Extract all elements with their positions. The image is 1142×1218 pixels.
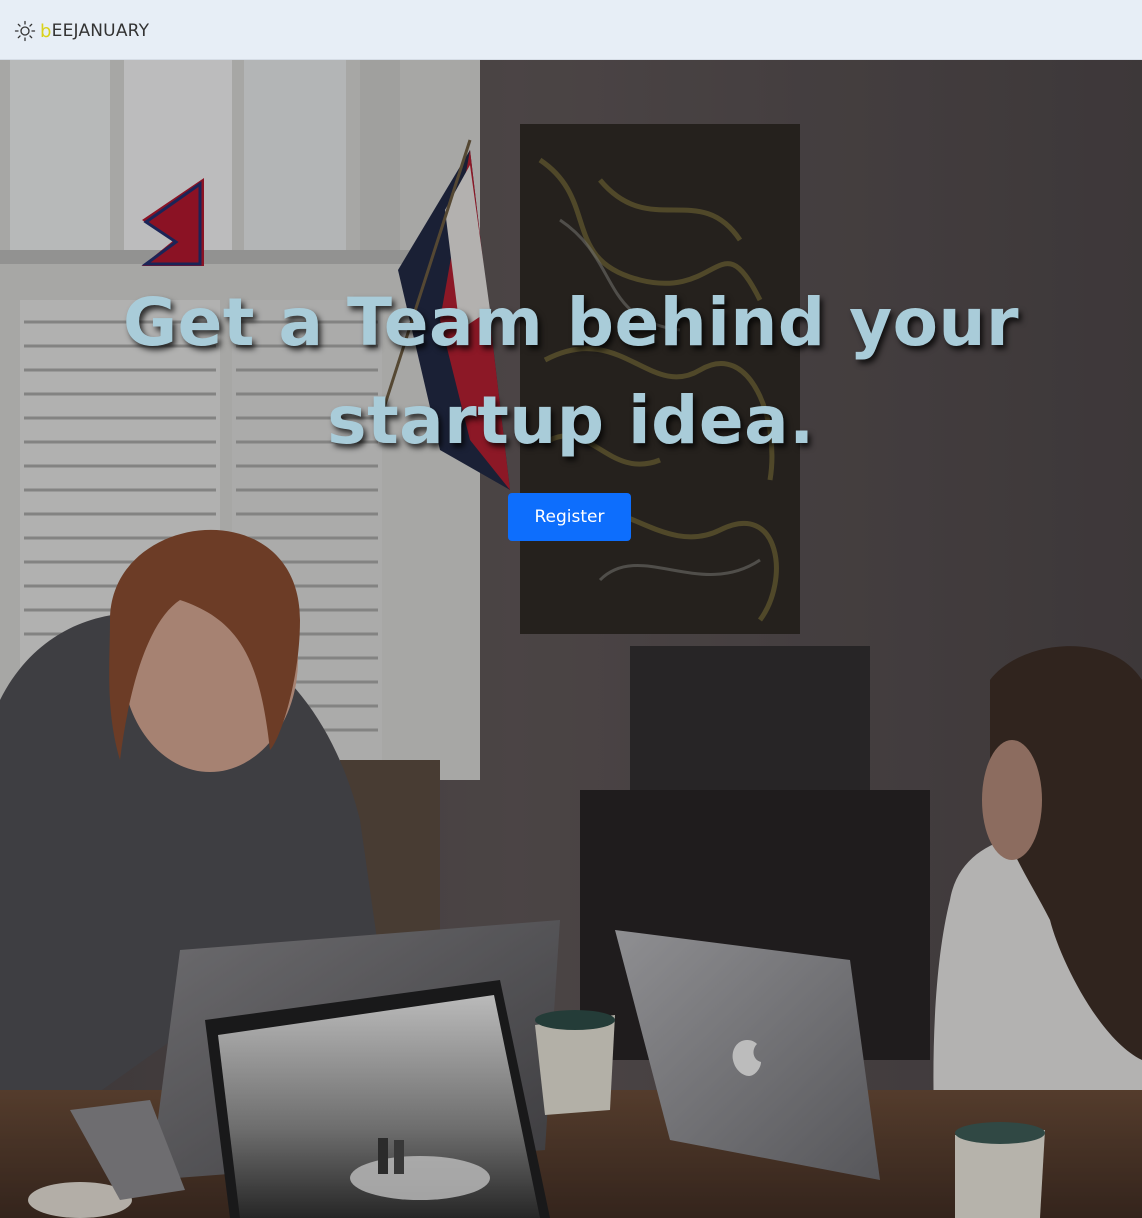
brand-logo-link[interactable]: b EEJANUARY <box>14 18 149 44</box>
sun-icon <box>14 20 36 42</box>
register-button[interactable]: Register <box>508 493 631 541</box>
hero-headline: Get a Team behind your startup idea. <box>122 284 1019 459</box>
hero-section: Get a Team behind your startup idea. Reg… <box>0 60 1142 1218</box>
brand-first-letter: b <box>40 20 52 42</box>
navbar: b EEJANUARY <box>0 0 1142 60</box>
brand-name: EEJANUARY <box>51 21 150 41</box>
hero-overlay <box>0 60 1142 1218</box>
